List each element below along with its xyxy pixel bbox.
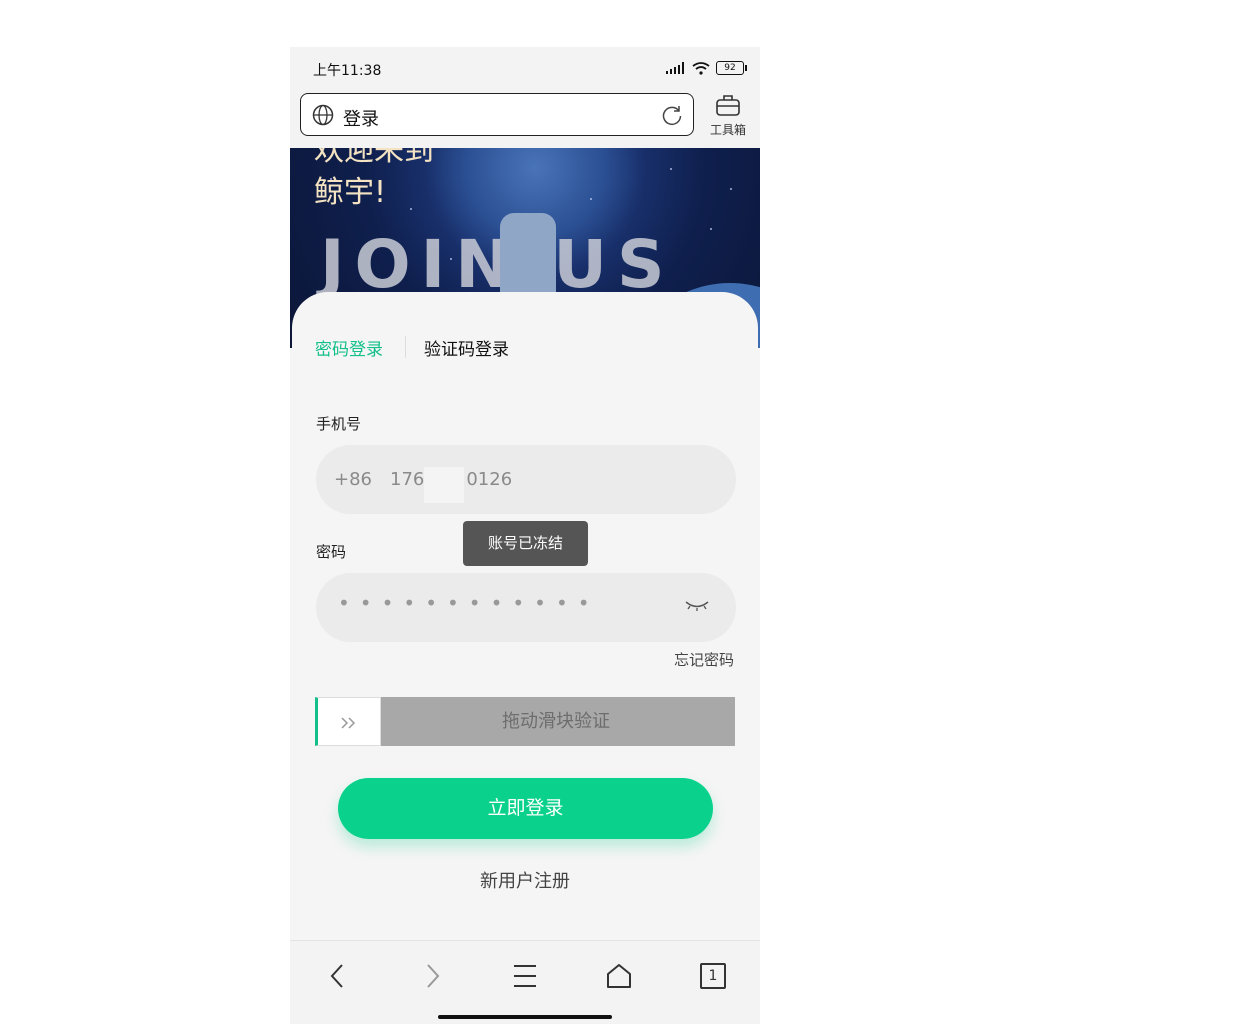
double-chevron-right-icon — [341, 716, 356, 729]
eye-closed-icon[interactable] — [684, 599, 710, 613]
password-field[interactable]: •••••••••••• — [316, 573, 736, 642]
password-label: 密码 — [316, 543, 347, 561]
welcome-line-2: 鲸宇! — [314, 175, 387, 210]
login-button[interactable]: 立即登录 — [338, 778, 713, 839]
address-row: 登录 工具箱 — [290, 91, 760, 148]
tab-divider — [405, 336, 406, 358]
login-card: 密码登录 验证码登录 手机号 +86 176 0126 密码 ••••••••••… — [292, 292, 758, 942]
forward-icon[interactable] — [417, 961, 447, 991]
welcome-text: 欢迎来到 鲸宇! — [314, 148, 434, 214]
refresh-icon[interactable] — [661, 104, 683, 126]
phone-screen: 上午11:38 92 登录 工具箱 欢迎来到 鲸宇! JOIN US 密码登录 … — [290, 47, 760, 1024]
redaction-mask — [424, 467, 464, 503]
status-time: 上午11:38 — [313, 63, 382, 79]
welcome-line-1: 欢迎来到 — [314, 148, 434, 168]
address-bar[interactable]: 登录 — [300, 93, 694, 136]
register-link[interactable]: 新用户注册 — [292, 867, 758, 893]
home-indicator — [438, 1015, 612, 1019]
tabs-count-button[interactable]: 1 — [700, 963, 726, 989]
toast-message: 账号已冻结 — [463, 521, 588, 566]
slider-captcha[interactable]: 拖动滑块验证 — [315, 697, 735, 746]
phone-value-start: 176 — [390, 469, 425, 490]
back-icon[interactable] — [323, 961, 353, 991]
toolbox-icon — [716, 95, 740, 116]
signal-icon — [666, 62, 684, 74]
slider-handle[interactable] — [315, 697, 381, 746]
home-icon[interactable] — [604, 961, 634, 991]
wifi-icon — [692, 61, 710, 75]
tab-code-login[interactable]: 验证码登录 — [424, 335, 509, 360]
globe-icon — [312, 104, 334, 126]
astronaut-graphic — [500, 213, 556, 303]
menu-icon[interactable] — [510, 961, 540, 991]
toolbox-button[interactable]: 工具箱 — [702, 93, 754, 139]
forgot-password-link[interactable]: 忘记密码 — [674, 649, 734, 670]
phone-label: 手机号 — [316, 415, 362, 433]
status-bar: 上午11:38 92 — [290, 47, 760, 91]
password-mask: •••••••••••• — [338, 591, 600, 615]
status-icons: 92 — [666, 61, 747, 75]
phone-value-end: 0126 — [466, 469, 513, 490]
phone-field[interactable]: +86 176 0126 — [316, 445, 736, 514]
battery-icon: 92 — [716, 61, 747, 75]
page-title: 登录 — [343, 109, 379, 130]
bottom-nav: 1 — [290, 940, 760, 1024]
country-code[interactable]: +86 — [334, 469, 372, 490]
slider-text: 拖动滑块验证 — [502, 711, 610, 732]
tab-password-login[interactable]: 密码登录 — [315, 335, 383, 360]
toolbox-label: 工具箱 — [709, 123, 746, 137]
